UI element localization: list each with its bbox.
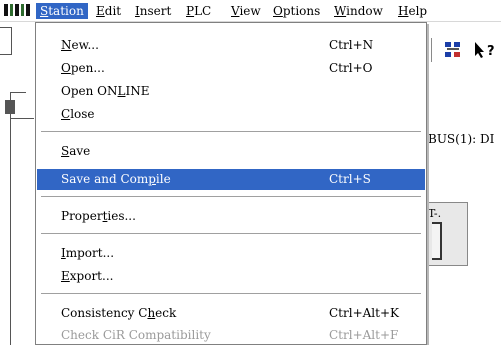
menu-item-consistency-check-post: eck: [155, 306, 177, 320]
menu-item-check-cir: Check CiR Compatibility Ctrl+Alt+F: [37, 325, 425, 345]
menu-help[interactable]: Help: [394, 3, 431, 19]
network-config-icon[interactable]: [444, 41, 462, 59]
menu-item-save[interactable]: Save: [37, 141, 425, 162]
menu-station-rest: tation: [48, 4, 84, 18]
rack-slot: [432, 222, 442, 260]
menu-edit[interactable]: Edit: [92, 3, 125, 19]
menu-help-rest: elp: [408, 4, 428, 18]
menu-item-consistency-check-shortcut: Ctrl+Alt+K: [329, 306, 399, 320]
menu-item-open-online[interactable]: Open ONLINE: [37, 81, 425, 102]
menu-item-open[interactable]: Open... Ctrl+O: [37, 58, 425, 79]
menu-item-save-label: Save: [61, 141, 90, 162]
menu-station[interactable]: Station: [36, 3, 88, 19]
menu-item-properties-label: Properties...: [61, 206, 136, 227]
menu-bar: Station Edit Insert PLC View Options Win…: [0, 0, 501, 22]
menu-separator: [41, 131, 421, 133]
menu-window-key: W: [334, 4, 347, 18]
menu-item-save-and-compile-key: p: [148, 172, 156, 186]
menu-window[interactable]: Window: [330, 3, 387, 19]
menu-options-key: O: [273, 4, 283, 18]
menu-item-new[interactable]: New... Ctrl+N: [37, 35, 425, 56]
help-pointer-icon[interactable]: ?: [472, 41, 501, 59]
menu-item-open-online-post: INE: [125, 84, 150, 98]
menu-item-consistency-check-pre: Consistency C: [61, 306, 148, 320]
menu-separator: [41, 196, 421, 198]
menu-item-consistency-check[interactable]: Consistency Check Ctrl+Alt+K: [37, 303, 425, 324]
menu-item-import-label: Import...: [61, 243, 114, 264]
menu-item-new-shortcut: Ctrl+N: [329, 38, 374, 52]
menu-item-export-post: xport...: [69, 269, 114, 283]
menu-item-close-key: C: [61, 107, 71, 121]
menu-item-save-post: ave: [69, 144, 91, 158]
menu-item-new-post: ew...: [71, 38, 99, 52]
menu-item-save-and-compile-pre: Save and Com: [61, 172, 149, 186]
menu-item-import-post: mport...: [65, 246, 115, 260]
menu-item-properties-pre: Proper: [61, 209, 103, 223]
window-icon: [5, 100, 15, 114]
menu-item-export-label: Export...: [61, 266, 113, 287]
menu-insert[interactable]: Insert: [131, 3, 175, 19]
menu-item-open-shortcut: Ctrl+O: [329, 61, 373, 75]
menu-item-properties[interactable]: Properties...: [37, 206, 425, 227]
window-title-line: [10, 118, 34, 119]
menu-item-export[interactable]: Export...: [37, 266, 425, 287]
menu-item-properties-post: ies...: [107, 209, 136, 223]
menu-item-save-and-compile-post: ile: [155, 172, 171, 186]
menu-window-rest: indow: [346, 4, 383, 18]
menu-station-key: S: [40, 4, 49, 18]
menu-item-new-key: N: [61, 38, 72, 52]
new-document-button[interactable]: [0, 27, 12, 55]
menu-item-save-key: S: [61, 144, 70, 158]
menu-options-rest: ptions: [282, 4, 321, 18]
menu-edit-rest: dit: [104, 4, 122, 18]
menu-item-close[interactable]: Close: [37, 104, 425, 125]
app-icon: [3, 3, 31, 18]
station-window-frame: [10, 92, 26, 345]
menu-item-open-online-pre: Open ON: [61, 84, 118, 98]
menu-item-close-label: Close: [61, 104, 95, 125]
menu-item-open-key: O: [61, 61, 71, 75]
menu-separator: [41, 233, 421, 235]
menu-item-open-online-label: Open ONLINE: [61, 81, 149, 102]
menu-help-key: H: [398, 4, 409, 18]
menu-item-save-and-compile[interactable]: Save and Compile Ctrl+S: [37, 169, 425, 190]
menu-item-close-post: lose: [70, 107, 95, 121]
menu-plc-key: P: [186, 4, 195, 18]
menu-item-check-cir-shortcut: Ctrl+Alt+F: [329, 328, 399, 342]
menu-view-rest: iew: [239, 4, 261, 18]
menu-plc-rest: LC: [194, 4, 212, 18]
menu-item-consistency-check-label: Consistency Check: [61, 303, 176, 324]
menu-item-new-label: New...: [61, 35, 99, 56]
svg-text:?: ?: [487, 44, 495, 59]
rack-title: T-.: [428, 207, 442, 220]
menu-insert-rest: nsert: [139, 4, 172, 18]
menu-separator: [41, 293, 421, 295]
menu-item-export-key: E: [61, 269, 70, 283]
menu-item-open-label: Open...: [61, 58, 105, 79]
menu-item-save-and-compile-shortcut: Ctrl+S: [329, 172, 371, 186]
menu-item-check-cir-label: Check CiR Compatibility: [61, 328, 211, 342]
menu-item-consistency-check-key: h: [147, 306, 156, 320]
menu-view[interactable]: View: [227, 3, 265, 19]
menu-item-save-and-compile-label: Save and Compile: [61, 169, 171, 190]
menu-plc[interactable]: PLC: [182, 3, 215, 19]
station-menu: New... Ctrl+N Open... Ctrl+O Open ONLINE…: [35, 22, 427, 345]
bus-label: BUS(1): DI: [428, 132, 495, 146]
toolbar-separator: [431, 38, 432, 62]
menu-options[interactable]: Options: [269, 3, 324, 19]
menu-item-import[interactable]: Import...: [37, 243, 425, 264]
menu-item-open-post: pen...: [70, 61, 105, 75]
menu-edit-key: E: [96, 4, 105, 18]
